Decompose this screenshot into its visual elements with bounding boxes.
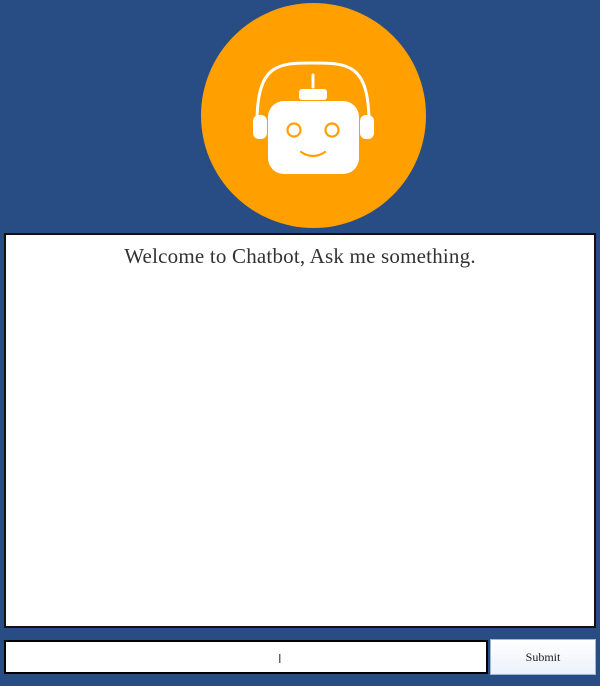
welcome-message: Welcome to Chatbot, Ask me something. bbox=[124, 244, 476, 268]
robot-headset-icon bbox=[253, 61, 374, 174]
message-composer: Submit bbox=[4, 639, 596, 675]
chatbot-avatar bbox=[201, 3, 426, 228]
chat-log[interactable]: Welcome to Chatbot, Ask me something. bbox=[4, 233, 596, 628]
submit-button[interactable]: Submit bbox=[490, 639, 596, 675]
message-input[interactable] bbox=[4, 640, 488, 674]
